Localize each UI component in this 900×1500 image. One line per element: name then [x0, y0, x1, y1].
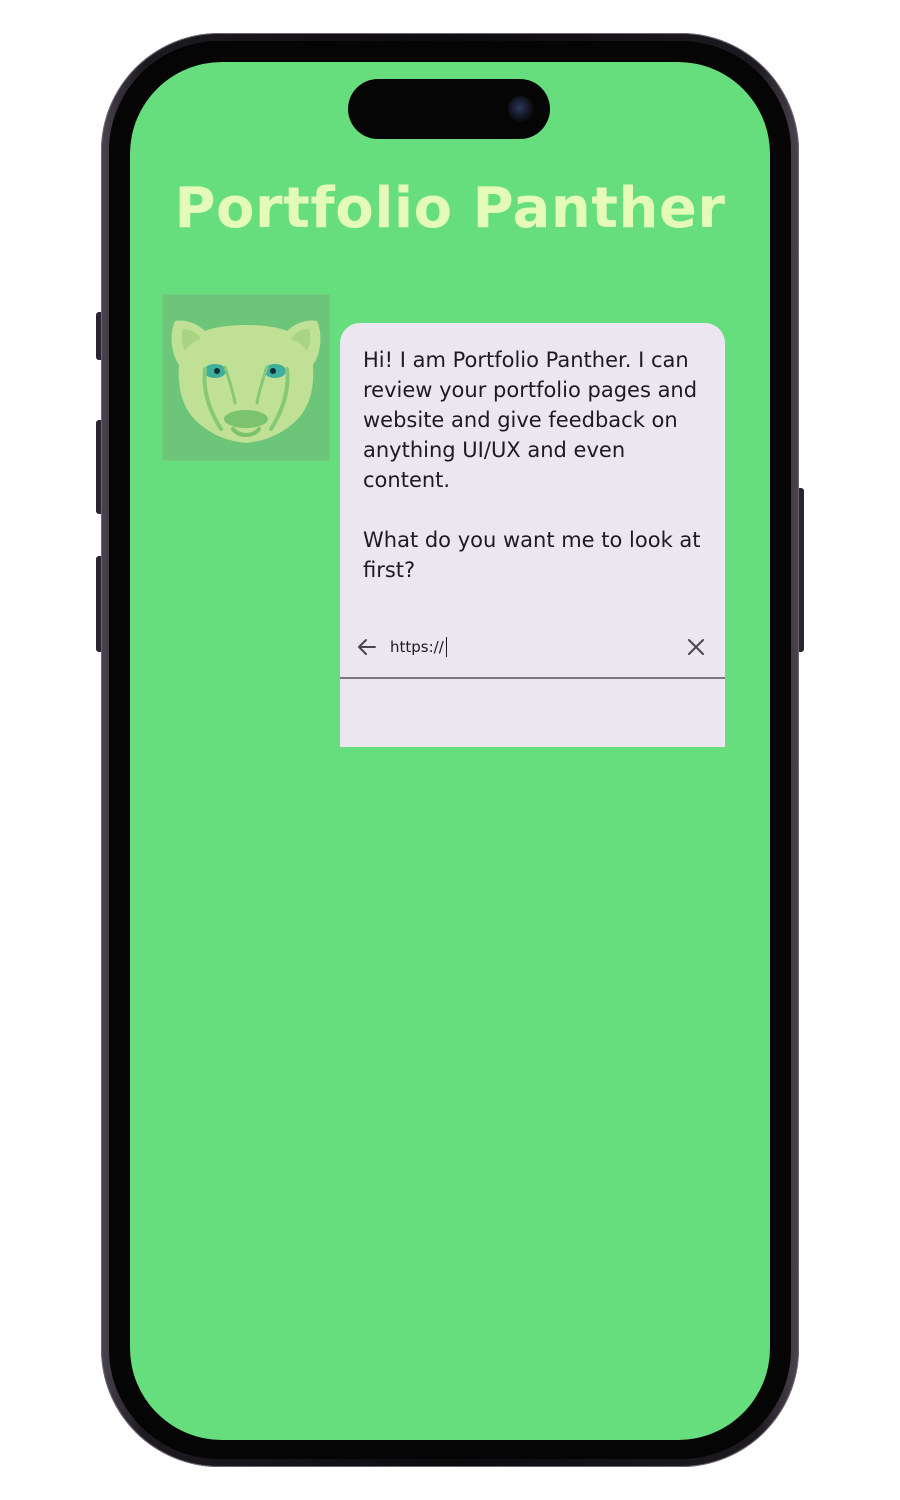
url-search-bar[interactable] [340, 619, 725, 679]
text-caret [446, 637, 447, 657]
dynamic-island [348, 79, 550, 139]
page-title: Portfolio Panther [174, 176, 726, 241]
close-icon[interactable] [685, 636, 707, 658]
app-screen: Portfolio Panther Hi! I am Portfolio Pan… [130, 62, 770, 1440]
camera-icon [508, 96, 534, 122]
avatar [162, 294, 330, 461]
phone-mockup: Portfolio Panther Hi! I am Portfolio Pan… [0, 0, 900, 1500]
panther-icon [171, 320, 321, 443]
assistant-message: Hi! I am Portfolio Panther. I can review… [363, 348, 701, 582]
chat-bubble: Hi! I am Portfolio Panther. I can review… [340, 323, 725, 747]
url-input[interactable] [390, 633, 670, 661]
arrow-left-icon[interactable] [356, 636, 378, 658]
